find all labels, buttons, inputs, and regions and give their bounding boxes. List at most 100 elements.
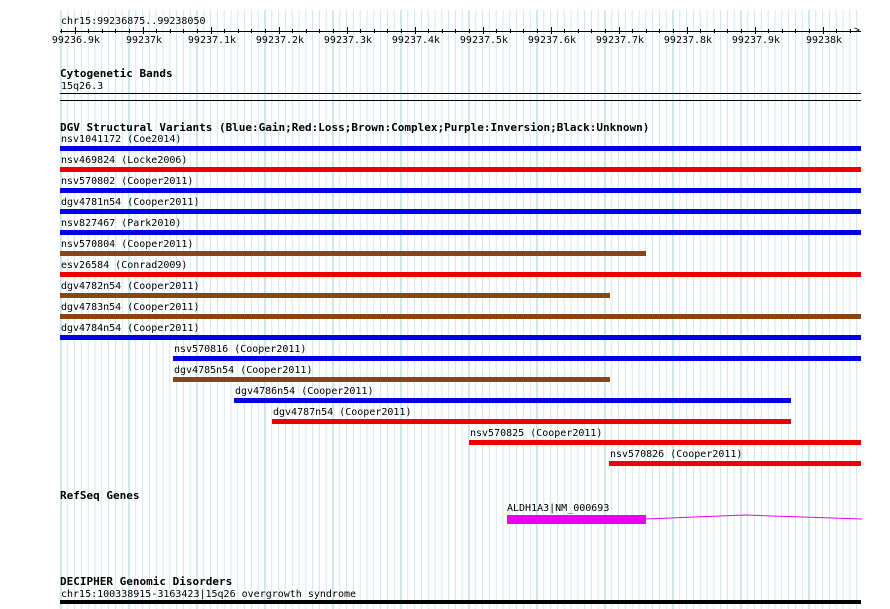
variant-bar[interactable] (60, 188, 861, 193)
decipher-bar[interactable] (60, 600, 861, 604)
ruler-minor-tick (333, 29, 334, 33)
ruler-minor-tick (401, 29, 402, 33)
ruler-major-tick (551, 27, 552, 34)
ruler-minor-tick (849, 29, 851, 33)
ruler-minor-tick (360, 29, 362, 33)
variant-label[interactable]: nsv570825 (Cooper2011) (470, 428, 602, 439)
variant-label[interactable]: nsv570802 (Cooper2011) (61, 176, 193, 187)
ruler-tick-label: 99237k (125, 35, 163, 46)
variant-label[interactable]: dgv4784n54 (Cooper2011) (61, 323, 199, 334)
ruler-major-tick (211, 27, 212, 34)
ruler-tick-label: 99236.9k (51, 35, 101, 46)
ruler-minor-tick (632, 29, 634, 33)
ruler-minor-tick (741, 29, 742, 33)
variant-label[interactable]: esv26584 (Conrad2009) (61, 260, 187, 271)
ruler-minor-tick (387, 29, 389, 33)
ruler-major-tick (823, 27, 824, 34)
ruler-minor-tick (156, 29, 158, 33)
variant-label[interactable]: dgv4783n54 (Cooper2011) (61, 302, 199, 313)
ruler-major-tick (143, 27, 144, 34)
cytoband-label: 15q26.3 (61, 81, 104, 92)
variant-label[interactable]: nsv570804 (Cooper2011) (61, 239, 193, 250)
variant-bar[interactable] (60, 272, 861, 277)
variant-label[interactable]: dgv4786n54 (Cooper2011) (235, 386, 373, 397)
variant-bar[interactable] (60, 146, 861, 151)
ruler-minor-tick (523, 29, 525, 33)
cytoband-track-title: Cytogenetic Bands (60, 67, 173, 80)
ruler-tick-label: 99237.1k (187, 35, 237, 46)
ruler-tick-label: 99237.8k (663, 35, 713, 46)
ruler-coordinates: chr15:99236875..99238050 (61, 16, 206, 27)
ruler-tick-label: 99237.5k (459, 35, 509, 46)
ruler-minor-tick (197, 29, 198, 33)
refseq-track-title: RefSeq Genes (60, 489, 140, 502)
ruler-minor-tick (727, 29, 729, 33)
variant-label[interactable]: dgv4782n54 (Cooper2011) (61, 281, 199, 292)
ruler-tick-label: 99237.3k (323, 35, 373, 46)
ruler-minor-tick (441, 29, 443, 33)
ruler-minor-tick (509, 29, 511, 33)
variant-bar[interactable] (60, 230, 861, 235)
variant-bar[interactable] (173, 377, 610, 382)
ruler-minor-tick (768, 29, 770, 33)
gene-exon[interactable] (507, 515, 646, 524)
ruler-minor-tick (115, 29, 117, 33)
ruler-major-tick (687, 27, 688, 34)
variant-label[interactable]: nsv570816 (Cooper2011) (174, 344, 306, 355)
ruler-minor-tick (809, 29, 810, 33)
variant-bar[interactable] (60, 209, 861, 214)
ruler-minor-tick (577, 29, 579, 33)
ruler-major-tick (755, 27, 756, 34)
variant-label[interactable]: nsv1041172 (Coe2014) (61, 134, 181, 145)
dgv-track-title: DGV Structural Variants (Blue:Gain;Red:L… (60, 121, 650, 134)
variant-bar[interactable] (173, 356, 861, 361)
ruler-minor-tick (251, 29, 253, 33)
variant-bar[interactable] (234, 398, 791, 403)
ruler-tick-label: 99237.4k (391, 35, 441, 46)
gene-label[interactable]: ALDH1A3|NM_000693 (507, 503, 609, 514)
cytoband-track[interactable] (60, 93, 861, 94)
variant-bar[interactable] (60, 293, 610, 298)
ruler-minor-tick (183, 29, 185, 33)
variant-bar[interactable] (60, 251, 646, 256)
ruler-minor-tick (605, 29, 606, 33)
ruler-minor-tick (305, 29, 307, 33)
variant-bar[interactable] (469, 440, 861, 445)
ruler-minor-tick (224, 29, 226, 33)
ruler-minor-tick (659, 29, 661, 33)
ruler-minor-tick (373, 29, 375, 33)
ruler-major-tick (75, 27, 76, 34)
variant-label[interactable]: dgv4785n54 (Cooper2011) (174, 365, 312, 376)
ruler-minor-tick (496, 29, 498, 33)
ruler-major-tick (415, 27, 416, 34)
variant-bar[interactable] (60, 335, 861, 340)
ruler-minor-tick (237, 29, 239, 33)
decipher-entry-label[interactable]: chr15:100338915-3163423|15q26 overgrowth… (61, 589, 356, 600)
variant-bar[interactable] (609, 461, 861, 466)
ruler-minor-tick (292, 29, 294, 33)
ruler-minor-tick (836, 29, 838, 33)
variant-bar[interactable] (272, 419, 791, 424)
ruler-minor-tick (673, 29, 674, 33)
ruler-tick-label: 99238k (805, 35, 843, 46)
variant-bar[interactable] (60, 314, 861, 319)
variant-label[interactable]: dgv4781n54 (Cooper2011) (61, 197, 199, 208)
variant-label[interactable]: nsv469824 (Locke2006) (61, 155, 187, 166)
variant-label[interactable]: nsv827467 (Park2010) (61, 218, 181, 229)
ruler-minor-tick (169, 29, 171, 33)
ruler-major-tick (483, 27, 484, 34)
ruler-minor-tick (713, 29, 715, 33)
gene-intron-line[interactable] (645, 510, 863, 525)
ruler-tick-label: 99237.7k (595, 35, 645, 46)
variant-label[interactable]: nsv570826 (Cooper2011) (610, 449, 742, 460)
ruler-minor-tick (564, 29, 566, 33)
variant-bar[interactable] (60, 167, 861, 172)
ruler-minor-tick (455, 29, 457, 33)
ruler-minor-tick (265, 29, 266, 33)
ruler-minor-tick (645, 29, 647, 33)
ruler-tick-label: 99237.6k (527, 35, 577, 46)
ruler-minor-tick (795, 29, 797, 33)
decipher-track-title: DECIPHER Genomic Disorders (60, 575, 233, 588)
variant-label[interactable]: dgv4787n54 (Cooper2011) (273, 407, 411, 418)
ruler-minor-tick (781, 29, 783, 33)
